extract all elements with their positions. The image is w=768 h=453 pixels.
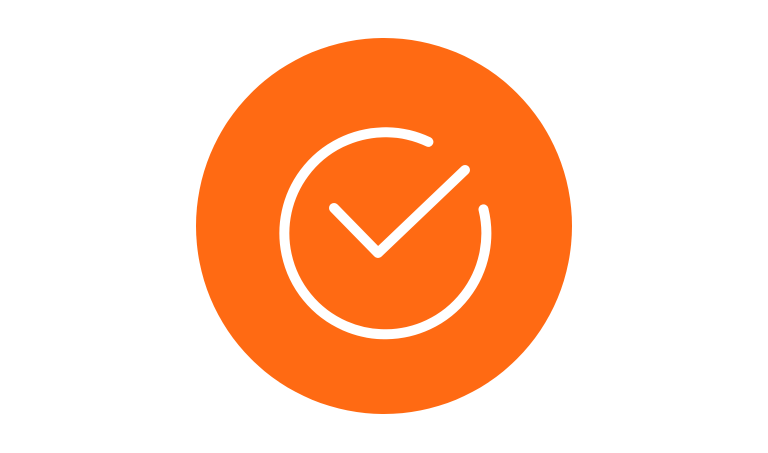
orange-badge-circle [196, 38, 572, 414]
check-circle-badge [196, 38, 572, 414]
icon-canvas [0, 0, 768, 453]
